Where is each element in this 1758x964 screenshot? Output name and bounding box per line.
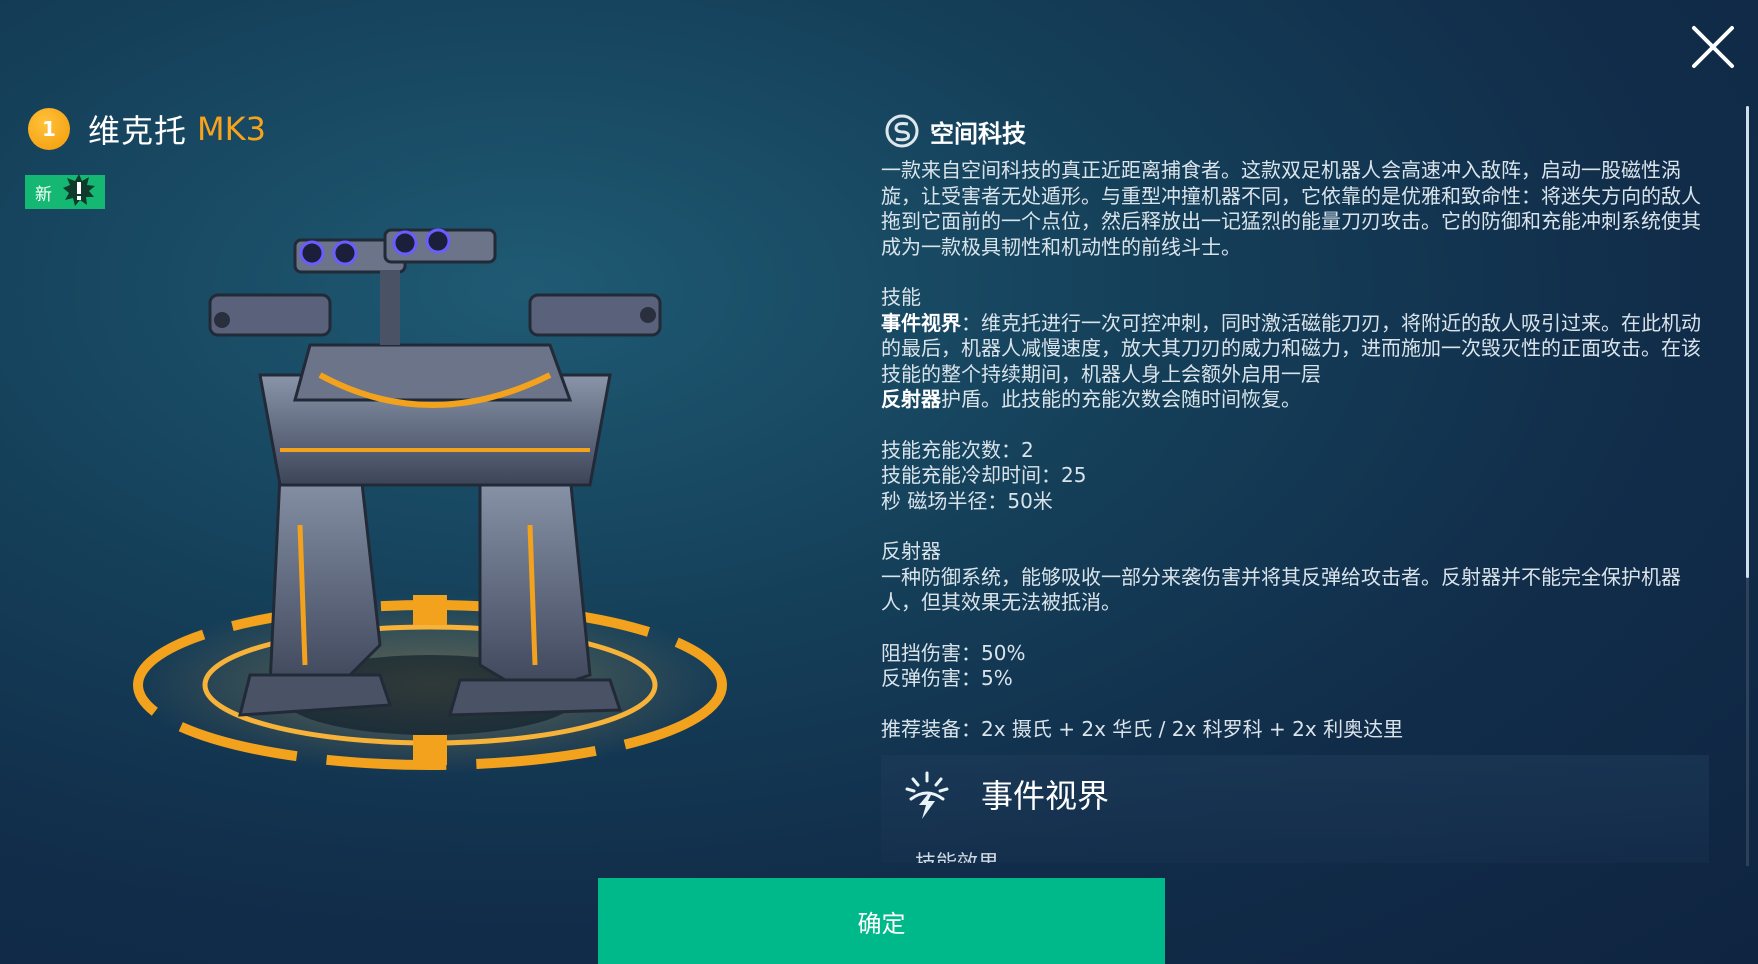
skill-description: 事件视界：维克托进行一次可控冲刺，同时激活磁能刀刃，将附近的敌人吸引过来。在此机… xyxy=(881,311,1701,413)
new-burst-icon xyxy=(62,173,96,211)
confirm-button[interactable]: 确定 xyxy=(598,878,1165,964)
event-horizon-icon xyxy=(903,771,951,825)
skill-text: ：维克托进行一次可控冲刺，同时激活磁能刀刃，将附近的敌人吸引过来。在此机动的最后… xyxy=(881,310,1701,386)
manufacturer-logo-icon xyxy=(885,114,919,148)
robot-mark: MK3 xyxy=(197,110,266,148)
reflector-header: 反射器 xyxy=(881,539,941,563)
reflector-text: 一种防御系统，能够吸收一部分来袭伤害并将其反弹给攻击者。反射器并不能完全保护机器… xyxy=(881,564,1681,615)
reflect-damage: 反弹伤害：5% xyxy=(881,666,1013,690)
new-tag: 新 xyxy=(25,173,105,211)
ability-subtitle: 技能效果 xyxy=(915,851,999,863)
stat-radius: 秒 磁场半径：50米 xyxy=(881,488,1053,513)
ability-title: 事件视界 xyxy=(981,777,1110,815)
stat-cooldown: 技能充能冷却时间：25 xyxy=(881,463,1087,487)
robot-preview-image xyxy=(130,225,740,795)
manufacturer-name: 空间科技 xyxy=(930,119,1026,148)
block-damage: 阻挡伤害：50% xyxy=(881,640,1026,665)
scrollbar-thumb[interactable] xyxy=(1746,106,1749,578)
close-button[interactable] xyxy=(1690,24,1736,70)
stat-charges: 技能充能次数：2 xyxy=(881,437,1034,462)
close-icon xyxy=(1692,26,1734,68)
ability-card[interactable]: 事件视界 技能效果 xyxy=(881,755,1709,863)
new-label: 新 xyxy=(35,184,52,205)
robot-title: 1 维克托 MK3 xyxy=(28,106,266,152)
robot-name: 维克托 xyxy=(88,112,188,150)
skill-reflector: 反射器 xyxy=(881,387,941,411)
tier-badge: 1 xyxy=(28,108,70,150)
skill-name: 事件视界 xyxy=(881,310,961,335)
intro-text: 一款来自空间科技的真正近距离捕食者。这款双足机器人会高速冲入敌阵，启动一股磁性涡… xyxy=(881,158,1701,259)
manufacturer-row: 空间科技 xyxy=(884,113,1026,149)
skill-header: 技能 xyxy=(881,285,921,309)
robot-description: 一款来自空间科技的真正近距离捕食者。这款双足机器人会高速冲入敌阵，启动一股磁性涡… xyxy=(881,158,1701,742)
recommended-loadout: 推荐装备：2x 摄氏 + 2x 华氏 / 2x 科罗科 + 2x 利奥达里 xyxy=(881,716,1404,741)
skill-text-2: 护盾。此技能的充能次数会随时间恢复。 xyxy=(941,387,1301,411)
